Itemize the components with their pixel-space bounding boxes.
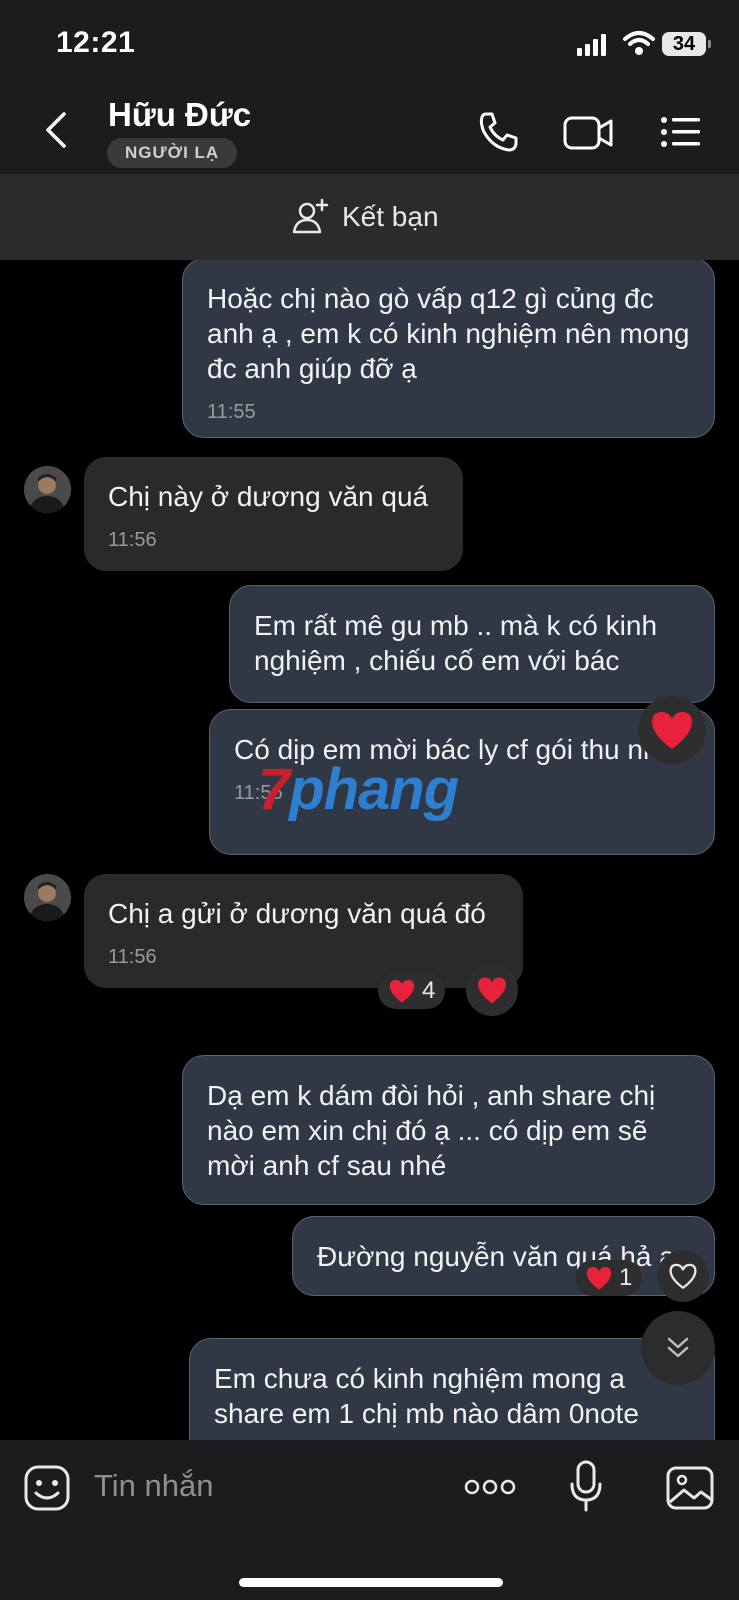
scroll-down-button[interactable] <box>641 1311 715 1385</box>
list-menu-icon[interactable] <box>660 110 702 154</box>
more-dots-icon[interactable] <box>464 1476 516 1498</box>
status-bar: 12:21 34 <box>0 0 739 88</box>
user-plus-icon <box>292 198 329 234</box>
avatar-image <box>24 466 71 513</box>
heart-icon <box>652 712 692 749</box>
message-bubble-outgoing[interactable]: Em chưa có kinh nghiệm mong a share em 1… <box>189 1338 715 1440</box>
message-text: Hoặc chị nào gò vấp q12 gì củng đc anh ạ… <box>207 283 690 384</box>
image-icon[interactable] <box>666 1466 714 1510</box>
double-chevron-down-icon <box>667 1337 689 1358</box>
message-list[interactable]: Hoặc chị nào gò vấp q12 gì củng đc anh ạ… <box>0 260 739 1440</box>
message-time: 11:56 <box>108 946 157 968</box>
phone-icon[interactable] <box>476 110 520 154</box>
battery-cap <box>708 40 711 48</box>
battery-indicator: 34 <box>662 32 706 56</box>
reaction-count-badge[interactable]: 1 <box>575 1260 643 1296</box>
message-bubble-outgoing[interactable]: Dạ em k dám đòi hỏi , anh share chị nào … <box>182 1055 715 1205</box>
message-bubble-outgoing[interactable]: Đường nguyễn văn quá hả a <box>292 1216 715 1296</box>
message-bubble-outgoing[interactable]: Hoặc chị nào gò vấp q12 gì củng đc anh ạ… <box>182 260 715 438</box>
add-friend-bar: Kết bạn <box>0 174 739 260</box>
heart-icon <box>389 980 415 1003</box>
reaction-count: 4 <box>422 977 436 1004</box>
message-text: Em rất mê gu mb .. mà k có kinh nghiệm ,… <box>254 610 658 676</box>
react-button[interactable] <box>657 1250 709 1302</box>
avatar[interactable] <box>24 874 71 921</box>
chat-header: Hữu Đức NGƯỜI LẠ <box>0 88 739 174</box>
chevron-left-icon[interactable] <box>40 108 74 152</box>
message-bubble-outgoing[interactable]: Em rất mê gu mb .. mà k có kinh nghiệm ,… <box>229 585 715 703</box>
reaction-count-badge[interactable]: 4 <box>378 973 446 1009</box>
message-text: Chị a gửi ở dương văn quá đó <box>108 898 486 929</box>
message-bubble-incoming[interactable]: Chị a gửi ở dương văn quá đó 11:56 <box>84 874 523 988</box>
heart-icon <box>478 977 506 1004</box>
heart-icon <box>586 1267 612 1290</box>
message-text: Em chưa có kinh nghiệm mong a share em 1… <box>214 1363 639 1429</box>
watermark: 7phang <box>258 757 459 822</box>
contact-name[interactable]: Hữu Đức <box>108 96 251 134</box>
status-time: 12:21 <box>56 26 136 59</box>
message-text: Dạ em k dám đòi hỏi , anh share chị nào … <box>207 1080 656 1181</box>
cellular-signal-icon <box>577 34 606 56</box>
avatar[interactable] <box>24 466 71 513</box>
wifi-icon <box>623 31 655 55</box>
avatar-image <box>24 874 71 921</box>
microphone-icon[interactable] <box>570 1460 602 1512</box>
react-button[interactable] <box>466 964 518 1016</box>
home-indicator <box>239 1578 503 1587</box>
message-composer: Tin nhắn <box>0 1440 739 1600</box>
heart-reaction[interactable] <box>638 696 706 764</box>
sticker-icon[interactable] <box>24 1465 70 1511</box>
message-input[interactable]: Tin nhắn <box>94 1468 214 1504</box>
add-friend-button[interactable]: Kết bạn <box>292 196 439 238</box>
message-text: Chị này ở dương văn quá <box>108 481 429 512</box>
stranger-badge: NGƯỜI LẠ <box>107 138 238 168</box>
reaction-count: 1 <box>619 1264 633 1291</box>
add-friend-label: Kết bạn <box>342 201 439 232</box>
heart-outline-icon <box>669 1263 697 1289</box>
video-camera-icon[interactable] <box>562 110 614 154</box>
message-time: 11:55 <box>207 401 256 423</box>
message-bubble-incoming[interactable]: Chị này ở dương văn quá 11:56 <box>84 457 463 571</box>
message-time: 11:56 <box>108 529 157 551</box>
